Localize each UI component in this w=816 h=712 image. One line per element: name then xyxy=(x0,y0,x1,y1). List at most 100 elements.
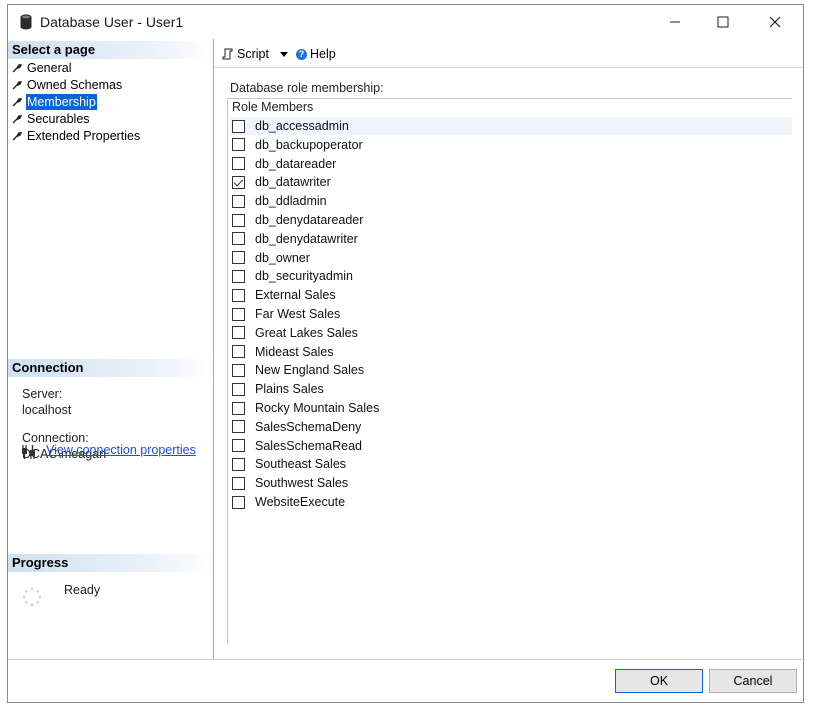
role-row[interactable]: Southwest Sales xyxy=(230,474,792,492)
page-label: Membership xyxy=(26,94,97,110)
page-general[interactable]: General xyxy=(12,60,72,76)
wrench-icon xyxy=(12,81,22,90)
help-button[interactable]: ? Help xyxy=(296,47,336,61)
page-membership[interactable]: Membership xyxy=(12,94,97,110)
role-row[interactable]: New England Sales xyxy=(230,361,792,379)
role-row[interactable]: WebsiteExecute xyxy=(230,493,792,511)
role-row[interactable]: External Sales xyxy=(230,286,792,304)
role-checkbox[interactable] xyxy=(232,138,245,152)
wrench-icon xyxy=(12,115,22,124)
database-icon xyxy=(20,14,32,30)
role-checkbox[interactable] xyxy=(232,363,245,377)
maximize-icon xyxy=(717,16,729,28)
role-name: New England Sales xyxy=(255,363,365,378)
role-checkbox[interactable] xyxy=(232,326,245,340)
role-row[interactable]: db_accessadmin xyxy=(230,117,792,135)
minimize-button[interactable] xyxy=(651,5,699,39)
view-connection-properties-link[interactable]: View connection properties xyxy=(46,443,196,457)
role-checkbox[interactable] xyxy=(232,157,245,171)
role-checkbox[interactable] xyxy=(232,401,245,415)
role-row[interactable]: db_denydatawriter xyxy=(230,230,792,248)
page-label: Extended Properties xyxy=(27,129,141,143)
page-owned-schemas[interactable]: Owned Schemas xyxy=(12,77,123,93)
role-checkbox[interactable] xyxy=(232,495,245,509)
role-checkbox[interactable] xyxy=(232,345,245,359)
role-checkbox[interactable] xyxy=(232,420,245,434)
role-checkbox[interactable] xyxy=(232,119,245,133)
page-securables[interactable]: Securables xyxy=(12,111,91,127)
role-row[interactable]: db_ddladmin xyxy=(230,192,792,210)
column-header-divider xyxy=(228,98,792,99)
role-checkbox[interactable] xyxy=(232,232,245,246)
page-label: Owned Schemas xyxy=(27,78,123,92)
role-name: db_denydatawriter xyxy=(255,231,358,246)
role-checkbox[interactable] xyxy=(232,269,245,283)
role-name: db_datawriter xyxy=(255,175,331,190)
role-checkbox[interactable] xyxy=(232,439,245,453)
role-name: db_datareader xyxy=(255,156,337,171)
role-checkbox[interactable] xyxy=(232,382,245,396)
help-icon: ? xyxy=(296,48,307,60)
role-row[interactable]: Plains Sales xyxy=(230,380,792,398)
role-checkbox[interactable] xyxy=(232,213,245,227)
ok-button[interactable]: OK xyxy=(615,669,703,693)
role-row[interactable]: Mideast Sales xyxy=(230,343,792,361)
role-name: SalesSchemaRead xyxy=(255,438,363,453)
role-row[interactable]: Rocky Mountain Sales xyxy=(230,399,792,417)
role-checkbox[interactable] xyxy=(232,476,245,490)
role-name: WebsiteExecute xyxy=(255,495,346,509)
role-row[interactable]: db_datawriter xyxy=(230,173,792,191)
role-row[interactable]: SalesSchemaDeny xyxy=(230,418,792,436)
minimize-icon xyxy=(670,21,680,23)
server-value: localhost xyxy=(22,403,72,417)
footer-divider xyxy=(8,659,805,660)
role-members-column-header: Role Members xyxy=(232,100,314,114)
wrench-icon xyxy=(12,98,22,107)
wrench-icon xyxy=(12,64,22,73)
role-row[interactable]: Great Lakes Sales xyxy=(230,324,792,342)
role-checkbox[interactable] xyxy=(232,251,245,265)
role-row[interactable]: db_denydatareader xyxy=(230,211,792,229)
role-name: db_backupoperator xyxy=(255,137,363,152)
script-button[interactable]: Script xyxy=(222,47,269,61)
role-row[interactable]: db_owner xyxy=(230,249,792,267)
progress-header: Progress xyxy=(8,554,213,572)
role-name: External Sales xyxy=(255,288,336,303)
role-name: Great Lakes Sales xyxy=(255,325,358,340)
help-label: Help xyxy=(310,47,336,61)
role-name: SalesSchemaDeny xyxy=(255,419,362,434)
dialog-window: Database User - User1 Select a page Gene… xyxy=(7,4,805,703)
role-checkbox[interactable] xyxy=(232,194,245,208)
role-name: db_owner xyxy=(255,250,310,265)
page-extended-properties[interactable]: Extended Properties xyxy=(12,128,141,144)
role-row[interactable]: db_securityadmin xyxy=(230,267,792,285)
role-checkbox[interactable] xyxy=(232,288,245,302)
role-checkbox[interactable] xyxy=(232,175,245,189)
close-button[interactable] xyxy=(751,5,799,39)
maximize-button[interactable] xyxy=(699,5,747,39)
role-name: Rocky Mountain Sales xyxy=(255,401,380,415)
role-name: db_securityadmin xyxy=(255,269,353,284)
script-icon xyxy=(222,48,233,60)
wrench-icon xyxy=(12,132,22,141)
select-page-header: Select a page xyxy=(8,41,213,59)
role-row[interactable]: Southeast Sales xyxy=(230,455,792,473)
role-name: Plains Sales xyxy=(255,382,324,397)
connection-plug-icon xyxy=(22,445,35,459)
role-checkbox[interactable] xyxy=(232,307,245,321)
window-title: Database User - User1 xyxy=(40,14,184,30)
connection-header: Connection xyxy=(8,359,213,377)
script-dropdown-arrow[interactable] xyxy=(280,52,288,57)
script-label: Script xyxy=(237,47,269,61)
progress-spinner-icon xyxy=(22,587,42,607)
role-row[interactable]: SalesSchemaRead xyxy=(230,437,792,455)
title-bar: Database User - User1 xyxy=(8,5,803,39)
cancel-button[interactable]: Cancel xyxy=(709,669,797,693)
role-row[interactable]: db_datareader xyxy=(230,155,792,173)
progress-status: Ready xyxy=(64,583,101,597)
role-members-list: Role Members db_accessadmin db_backupoper… xyxy=(227,98,792,644)
role-row[interactable]: db_backupoperator xyxy=(230,136,792,154)
role-checkbox[interactable] xyxy=(232,457,245,471)
server-label: Server: xyxy=(22,387,63,401)
role-row[interactable]: Far West Sales xyxy=(230,305,792,323)
